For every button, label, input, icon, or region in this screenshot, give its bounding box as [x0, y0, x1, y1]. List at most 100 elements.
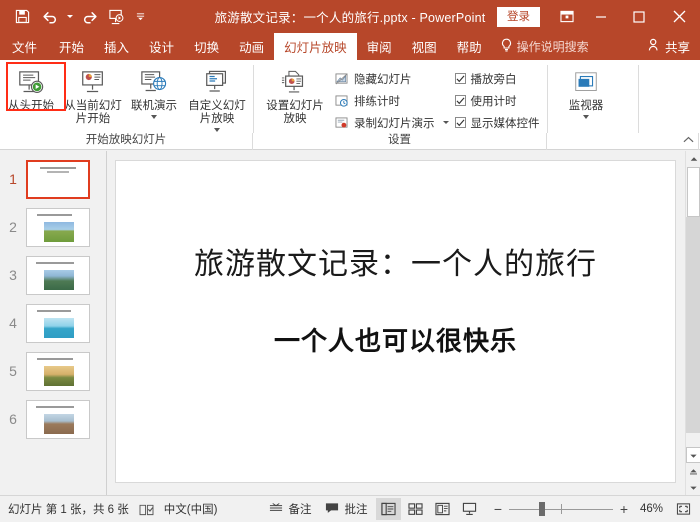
- language-indicator[interactable]: 中文(中国): [164, 501, 218, 517]
- record-slide-show-dropdown-icon[interactable]: [443, 121, 449, 124]
- custom-slide-show-button[interactable]: 自定义幻灯片放映: [184, 63, 250, 132]
- thumbnail-slide-2[interactable]: 2: [0, 203, 107, 251]
- ribbon-display-options-icon[interactable]: [552, 0, 582, 33]
- tab-animations[interactable]: 动画: [229, 33, 274, 60]
- undo-dropdown-icon[interactable]: [63, 5, 76, 29]
- tab-home[interactable]: 开始: [49, 33, 94, 60]
- view-slide-show-button[interactable]: [457, 498, 482, 520]
- share-button[interactable]: 共享: [648, 33, 690, 60]
- set-up-slide-show-button[interactable]: 设置幻灯片放映: [262, 63, 328, 126]
- tab-file[interactable]: 文件: [0, 33, 49, 60]
- thumbnail-picture: [44, 318, 74, 338]
- zoom-percentage[interactable]: 46%: [635, 503, 663, 515]
- thumbnail-image[interactable]: [26, 160, 90, 199]
- thumbnail-picture: [44, 222, 74, 242]
- tab-view[interactable]: 视图: [402, 33, 447, 60]
- slide-subtitle-text[interactable]: 一个人也可以很快乐: [116, 321, 675, 358]
- zoom-slider-handle[interactable]: [539, 502, 545, 516]
- thumbnail-image[interactable]: [26, 400, 90, 439]
- thumbnail-title-lines: [35, 167, 81, 171]
- scroll-down-icon[interactable]: [686, 479, 700, 495]
- thumbnail-image[interactable]: [26, 208, 90, 247]
- tab-review[interactable]: 审阅: [357, 33, 402, 60]
- spell-check-button[interactable]: [139, 503, 154, 516]
- ribbon-group-setup: 设置幻灯片放映 隐藏幻灯片 排练计时: [253, 60, 547, 150]
- maximize-button[interactable]: [620, 0, 658, 33]
- view-reading-button[interactable]: [430, 498, 455, 520]
- redo-icon[interactable]: [76, 5, 103, 29]
- view-slide-sorter-button[interactable]: [403, 498, 428, 520]
- status-bar: 幻灯片 第 1 张，共 6 张 中文(中国) 备注 批注: [0, 495, 700, 522]
- rehearse-timings-command[interactable]: 排练计时: [334, 91, 449, 110]
- group-separator: [547, 65, 548, 133]
- show-media-controls-checkbox[interactable]: 显示媒体控件: [455, 113, 540, 132]
- checkbox-checked-icon: [455, 117, 466, 128]
- thumbnail-title-lines: [34, 358, 82, 362]
- zoom-slider[interactable]: [509, 501, 613, 517]
- minimize-button[interactable]: [582, 0, 620, 33]
- scrollbar-thumb[interactable]: [687, 167, 700, 217]
- from-beginning-button[interactable]: 从头开始: [0, 63, 62, 113]
- vertical-scrollbar[interactable]: [685, 151, 700, 495]
- start-slideshow-icon[interactable]: [103, 5, 130, 29]
- thumbnail-image[interactable]: [26, 352, 90, 391]
- zoom-out-button[interactable]: −: [492, 501, 504, 517]
- view-normal-button[interactable]: [376, 498, 401, 520]
- thumbnail-image[interactable]: [26, 304, 90, 343]
- tab-help[interactable]: 帮助: [447, 33, 492, 60]
- undo-icon[interactable]: [36, 5, 63, 29]
- zoom-in-button[interactable]: +: [618, 501, 630, 517]
- present-online-button[interactable]: 联机演示: [124, 63, 184, 119]
- thumbnail-picture: [44, 270, 74, 290]
- ribbon-group-start-slideshow: 从头开始 从当前幻灯片开始: [0, 60, 253, 150]
- use-timings-checkbox[interactable]: 使用计时: [455, 91, 540, 110]
- from-current-slide-button[interactable]: 从当前幻灯片开始: [62, 63, 124, 126]
- scrollbar-track[interactable]: [686, 217, 700, 433]
- save-icon[interactable]: [9, 5, 36, 29]
- fit-slide-to-window-button[interactable]: [672, 498, 694, 520]
- status-bar-right: − + 46%: [376, 498, 700, 520]
- record-slide-show-command[interactable]: 录制幻灯片演示: [334, 113, 449, 132]
- slide-thumbnail-panel[interactable]: 1 2 3: [0, 151, 107, 495]
- tab-insert[interactable]: 插入: [94, 33, 139, 60]
- previous-slide-button[interactable]: [686, 447, 700, 463]
- scroll-up-icon[interactable]: [686, 151, 700, 166]
- thumbnail-title-lines: [34, 262, 82, 266]
- notes-button[interactable]: 备注: [269, 501, 311, 517]
- current-slide-canvas[interactable]: 旅游散文记录：一个人的旅行 一个人也可以很快乐: [115, 160, 676, 483]
- monitor-button[interactable]: 监视器: [558, 63, 614, 119]
- tab-slide-show[interactable]: 幻灯片放映: [274, 33, 357, 60]
- collapse-ribbon-button[interactable]: [683, 135, 694, 147]
- thumbnail-slide-3[interactable]: 3: [0, 251, 107, 299]
- thumbnail-slide-6[interactable]: 6: [0, 395, 107, 443]
- sign-in-button[interactable]: 登录: [497, 7, 540, 27]
- group-separator: [638, 65, 639, 133]
- monitor-dropdown-icon[interactable]: [583, 115, 589, 119]
- thumbnail-slide-5[interactable]: 5: [0, 347, 107, 395]
- tab-transitions[interactable]: 切换: [184, 33, 229, 60]
- tell-me-search[interactable]: 操作说明搜索: [492, 33, 589, 60]
- share-person-icon: [648, 38, 662, 55]
- use-timings-label: 使用计时: [471, 93, 517, 109]
- status-bar-left: 幻灯片 第 1 张，共 6 张 中文(中国): [0, 501, 217, 517]
- thumbnail-number: 2: [0, 219, 26, 235]
- record-slide-show-label: 录制幻灯片演示: [354, 115, 435, 131]
- hide-slide-command[interactable]: 隐藏幻灯片: [334, 69, 449, 88]
- title-bar-right: 登录: [497, 0, 700, 33]
- slide-title-text[interactable]: 旅游散文记录：一个人的旅行: [116, 239, 675, 283]
- from-beginning-label: 从头开始: [7, 100, 55, 113]
- close-button[interactable]: [658, 0, 700, 33]
- customize-qat-icon[interactable]: [130, 5, 150, 29]
- checkbox-checked-icon: [455, 73, 466, 84]
- thumbnail-number: 1: [0, 171, 26, 187]
- thumbnail-image[interactable]: [26, 256, 90, 295]
- thumbnail-slide-1[interactable]: 1: [0, 155, 107, 203]
- notes-icon: [269, 502, 283, 517]
- custom-slide-show-dropdown-icon[interactable]: [214, 128, 220, 132]
- present-online-dropdown-icon[interactable]: [151, 115, 157, 119]
- comments-button[interactable]: 批注: [325, 501, 367, 517]
- play-narrations-checkbox[interactable]: 播放旁白: [455, 69, 540, 88]
- next-slide-button[interactable]: [686, 463, 700, 479]
- thumbnail-slide-4[interactable]: 4: [0, 299, 107, 347]
- tab-design[interactable]: 设计: [139, 33, 184, 60]
